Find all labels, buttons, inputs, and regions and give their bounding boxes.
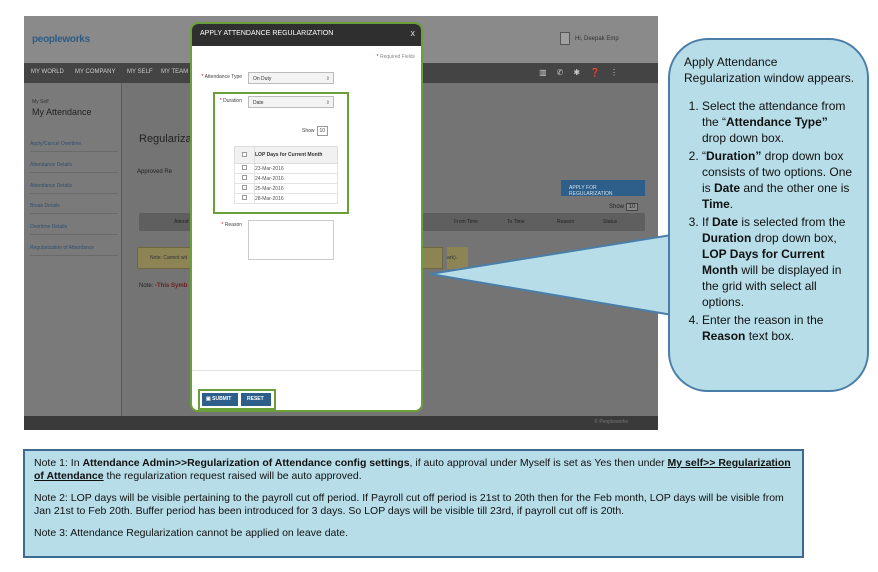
note-1-b: Attendance Admin>>Regularization of Atte… bbox=[82, 457, 410, 469]
note-1-a: Note 1: In bbox=[34, 457, 83, 469]
callout-intro: Apply Attendance Regularization window a… bbox=[684, 55, 855, 85]
lop-day-checkbox[interactable] bbox=[242, 185, 247, 190]
page-size-control: Show 10 bbox=[609, 203, 639, 211]
attendance-type-select[interactable]: On Duty ⇕ bbox=[248, 72, 334, 84]
col-status[interactable]: Status bbox=[603, 219, 617, 225]
chevron-down-icon: ⇕ bbox=[325, 100, 330, 106]
col-reason[interactable]: Reason bbox=[557, 219, 574, 225]
nav-my-company[interactable]: MY COMPANY bbox=[75, 69, 115, 75]
notice-banner-tail: ark). bbox=[447, 247, 468, 269]
note-1-e: the regularization request raised will b… bbox=[103, 470, 362, 482]
duration-select[interactable]: Date ⇕ bbox=[248, 96, 334, 108]
user-icon bbox=[560, 32, 570, 45]
note-prefix: Note: bbox=[139, 283, 154, 289]
dialog-title: APPLY ATTENDANCE REGULARIZATION bbox=[200, 30, 334, 37]
note-symbol-text: -This Symb bbox=[155, 283, 188, 289]
duration-label-text: Duration bbox=[223, 98, 242, 104]
notes-box: Note 1: In Attendance Admin>>Regularizat… bbox=[23, 449, 804, 558]
col-from-time[interactable]: From Time bbox=[454, 219, 478, 225]
step-1: Select the attendance from the “Attendan… bbox=[702, 98, 855, 146]
lop-day-checkbox[interactable] bbox=[242, 165, 247, 170]
sidebar-title: My Attendance bbox=[32, 107, 92, 117]
app-logo: peopleworks bbox=[32, 34, 90, 45]
lop-days-header: LOP Days for Current Month bbox=[254, 146, 338, 164]
col-to-time[interactable]: To Time bbox=[507, 219, 525, 225]
sidebar: My Self My Attendance Apply/Cancel Overt… bbox=[24, 83, 122, 428]
lop-days-table: LOP Days for Current Month 23-Mar-2016 2… bbox=[234, 146, 338, 204]
step-3: If Date is selected from the Duration dr… bbox=[702, 214, 855, 310]
apply-regularization-dialog: APPLY ATTENDANCE REGULARIZATION x * Requ… bbox=[190, 22, 423, 412]
required-fields-note: * Required Fields bbox=[376, 54, 415, 60]
table-row: 23-Mar-2016 bbox=[234, 163, 338, 174]
lop-page-size-control: Show 10 bbox=[302, 126, 329, 136]
instruction-callout: Apply Attendance Regularization window a… bbox=[668, 38, 869, 392]
note-1: Note 1: In Attendance Admin>>Regularizat… bbox=[34, 457, 792, 483]
lop-day-checkbox[interactable] bbox=[242, 175, 247, 180]
sidebar-item-attendance-details[interactable]: Attendance Details bbox=[30, 162, 118, 173]
select-all-checkbox[interactable] bbox=[242, 151, 247, 157]
toolbar-icons[interactable]: ▥✆✱❓⋮ bbox=[539, 68, 628, 77]
lop-day-checkbox[interactable] bbox=[242, 195, 247, 200]
close-icon[interactable]: x bbox=[411, 28, 416, 38]
select-all-cell bbox=[234, 146, 255, 164]
table-row: 25-Mar-2016 bbox=[234, 183, 338, 194]
apply-regularization-button[interactable]: APPLY FOR REGULARIZATION bbox=[561, 180, 645, 197]
required-fields-label: Required Fields bbox=[379, 54, 415, 60]
sidebar-section-label: My Self bbox=[32, 99, 49, 105]
reset-button[interactable]: RESET bbox=[241, 393, 271, 406]
sidebar-item-overtime-details[interactable]: Overtime Details bbox=[30, 224, 118, 235]
lop-show-label: Show bbox=[302, 128, 315, 134]
footer-bar: © Peopleworks bbox=[24, 416, 658, 430]
col-attendance[interactable]: Attend bbox=[174, 219, 188, 225]
attendance-type-label: * Attendance Type bbox=[201, 74, 243, 80]
instruction-steps: Select the attendance from the “Attendan… bbox=[684, 98, 855, 344]
sidebar-item-regularization[interactable]: Regularization of Attendance bbox=[30, 245, 118, 256]
nav-my-team[interactable]: MY TEAM bbox=[161, 69, 188, 75]
note-3: Note 3: Attendance Regularization cannot… bbox=[34, 527, 349, 539]
nav-my-world[interactable]: MY WORLD bbox=[31, 69, 64, 75]
user-name[interactable]: Hi, Deepak Emp bbox=[575, 36, 619, 42]
reason-textarea[interactable] bbox=[248, 220, 334, 260]
sidebar-item-attendance-details-2[interactable]: Attendance Details bbox=[30, 183, 118, 194]
dialog-header: APPLY ATTENDANCE REGULARIZATION x bbox=[192, 24, 421, 46]
lop-table-header-row: LOP Days for Current Month bbox=[234, 146, 338, 164]
reason-label-text: Reason bbox=[224, 222, 242, 228]
attendance-type-label-text: Attendance Type bbox=[204, 74, 242, 80]
lop-day: 25-Mar-2016 bbox=[254, 183, 338, 194]
note-2: Note 2: LOP days will be visible pertain… bbox=[34, 492, 784, 517]
step-2: “Duration” drop down box consists of two… bbox=[702, 148, 855, 212]
sidebar-item-break-details[interactable]: Break Details bbox=[30, 203, 118, 214]
note-1-c: , if auto approval under Myself is set a… bbox=[409, 457, 668, 469]
submit-button[interactable]: ▣ SUBMIT bbox=[202, 393, 238, 406]
table-row: 24-Mar-2016 bbox=[234, 173, 338, 184]
show-label: Show bbox=[609, 204, 625, 210]
dialog-footer-divider bbox=[192, 370, 421, 371]
nav-my-self[interactable]: MY SELF bbox=[127, 69, 153, 75]
lop-day: 28-Mar-2016 bbox=[254, 193, 338, 204]
lop-day: 23-Mar-2016 bbox=[254, 163, 338, 174]
lop-day: 24-Mar-2016 bbox=[254, 173, 338, 184]
chevron-down-icon: ⇕ bbox=[325, 76, 330, 82]
reason-label: * Reason bbox=[221, 222, 242, 228]
symbol-note: Note: -This Symb bbox=[139, 283, 187, 289]
submit-label: SUBMIT bbox=[212, 396, 232, 402]
attendance-type-value: On Duty bbox=[253, 76, 272, 82]
lop-page-size-select[interactable]: 10 bbox=[316, 126, 329, 136]
status-legend: Approved Re bbox=[137, 169, 173, 175]
step-4: Enter the reason in the Reason text box. bbox=[702, 312, 855, 344]
footer-text: © Peopleworks bbox=[594, 419, 628, 425]
sidebar-item-overtime[interactable]: Apply/Cancel Overtime bbox=[30, 141, 118, 152]
duration-value: Date bbox=[253, 100, 264, 106]
table-row: 28-Mar-2016 bbox=[234, 193, 338, 204]
duration-label: * Duration bbox=[219, 98, 242, 104]
page-size-select[interactable]: 10 bbox=[625, 203, 639, 211]
